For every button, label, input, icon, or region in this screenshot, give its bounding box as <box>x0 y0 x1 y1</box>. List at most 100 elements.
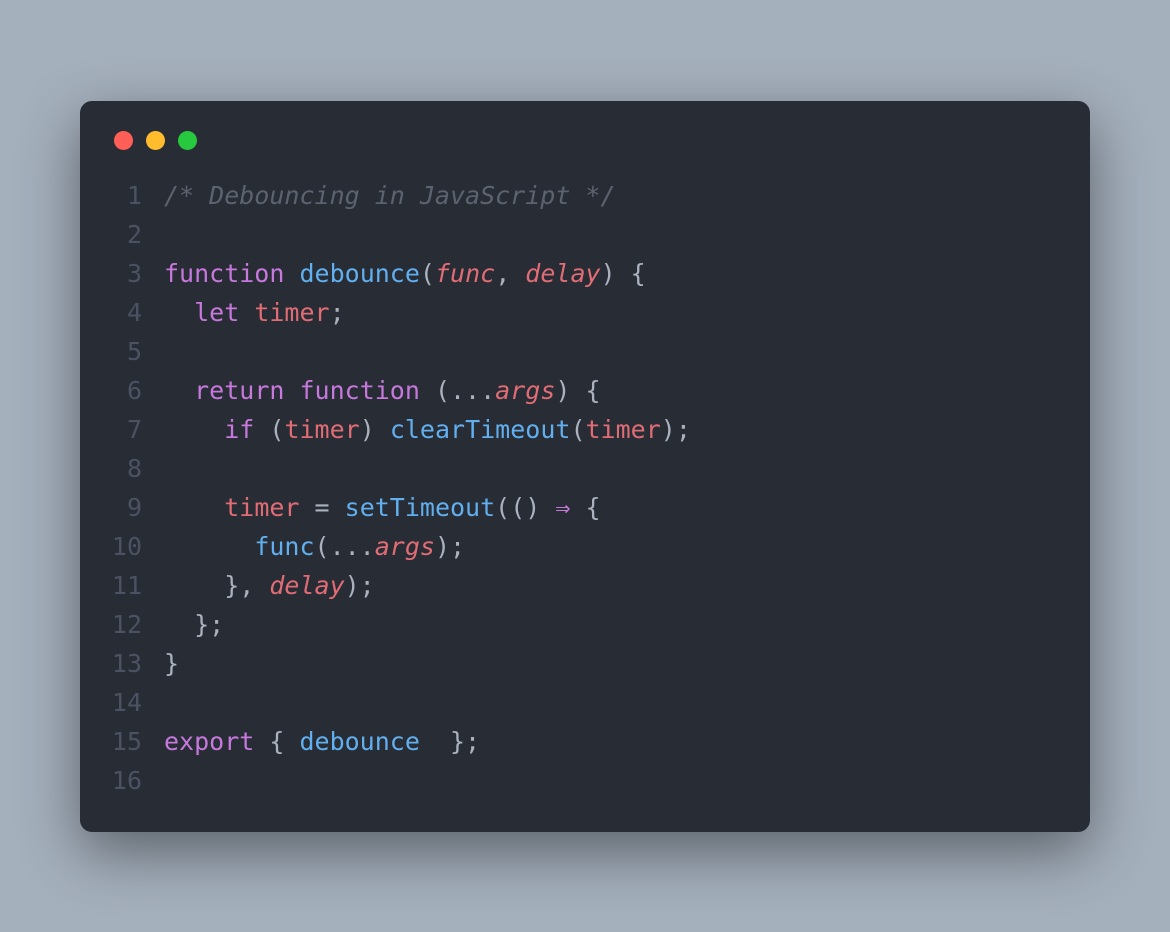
code-token <box>164 298 194 327</box>
code-line: 7 if (timer) clearTimeout(timer); <box>108 410 1062 449</box>
code-token: ); <box>435 532 465 561</box>
line-number: 14 <box>108 683 164 722</box>
code-token: ( <box>420 259 435 288</box>
line-content: /* Debouncing in JavaScript */ <box>164 176 616 215</box>
line-number: 16 <box>108 761 164 800</box>
code-line: 1/* Debouncing in JavaScript */ <box>108 176 1062 215</box>
code-token: ( <box>570 415 585 444</box>
code-line: 16 <box>108 761 1062 800</box>
code-token <box>164 532 254 561</box>
code-line: 3function debounce(func, delay) { <box>108 254 1062 293</box>
code-token: ; <box>330 298 345 327</box>
code-token: }; <box>420 727 480 756</box>
code-token: (... <box>315 532 375 561</box>
code-token: delay <box>525 259 600 288</box>
code-token <box>164 493 224 522</box>
code-token: return <box>194 376 284 405</box>
code-token: timer <box>254 298 329 327</box>
code-token: = <box>299 493 344 522</box>
line-content: function debounce(func, delay) { <box>164 254 646 293</box>
line-number: 7 <box>108 410 164 449</box>
line-number: 15 <box>108 722 164 761</box>
code-token: args <box>375 532 435 561</box>
code-token: timer <box>284 415 359 444</box>
line-number: 2 <box>108 215 164 254</box>
code-line: 9 timer = setTimeout(() ⇒ { <box>108 488 1062 527</box>
line-number: 9 <box>108 488 164 527</box>
code-line: 12 }; <box>108 605 1062 644</box>
code-token <box>284 259 299 288</box>
line-content: return function (...args) { <box>164 371 601 410</box>
code-token: delay <box>269 571 344 600</box>
code-token: let <box>194 298 239 327</box>
code-token: function <box>299 376 419 405</box>
code-token: func <box>435 259 495 288</box>
code-editor[interactable]: 1/* Debouncing in JavaScript */23functio… <box>108 176 1062 800</box>
code-token: args <box>495 376 555 405</box>
code-token: { <box>254 727 299 756</box>
code-token <box>284 376 299 405</box>
line-number: 8 <box>108 449 164 488</box>
code-token: (() <box>495 493 555 522</box>
line-content: export { debounce }; <box>164 722 480 761</box>
code-token: func <box>254 532 314 561</box>
minimize-icon[interactable] <box>146 131 165 150</box>
code-line: 6 return function (...args) { <box>108 371 1062 410</box>
code-token <box>164 415 224 444</box>
code-line: 13} <box>108 644 1062 683</box>
code-token: { <box>570 493 600 522</box>
line-number: 13 <box>108 644 164 683</box>
code-line: 10 func(...args); <box>108 527 1062 566</box>
code-token: setTimeout <box>345 493 496 522</box>
code-token <box>164 376 194 405</box>
code-token: }, <box>164 571 269 600</box>
line-content: timer = setTimeout(() ⇒ { <box>164 488 601 527</box>
code-token: ⇒ <box>555 493 570 522</box>
code-token: ); <box>661 415 691 444</box>
code-token: ( <box>254 415 284 444</box>
line-number: 12 <box>108 605 164 644</box>
code-window: 1/* Debouncing in JavaScript */23functio… <box>80 101 1090 832</box>
code-token: ) <box>360 415 390 444</box>
zoom-icon[interactable] <box>178 131 197 150</box>
code-token: } <box>164 649 179 678</box>
code-token: debounce <box>299 259 419 288</box>
code-token: ); <box>345 571 375 600</box>
line-content: }, delay); <box>164 566 375 605</box>
line-number: 10 <box>108 527 164 566</box>
code-token: (... <box>420 376 495 405</box>
code-token: clearTimeout <box>390 415 571 444</box>
code-token: timer <box>224 493 299 522</box>
code-token: /* Debouncing in JavaScript */ <box>164 181 616 210</box>
close-icon[interactable] <box>114 131 133 150</box>
line-content: if (timer) clearTimeout(timer); <box>164 410 691 449</box>
line-content: } <box>164 644 179 683</box>
code-line: 15export { debounce }; <box>108 722 1062 761</box>
line-number: 3 <box>108 254 164 293</box>
line-number: 1 <box>108 176 164 215</box>
code-line: 4 let timer; <box>108 293 1062 332</box>
code-line: 11 }, delay); <box>108 566 1062 605</box>
line-number: 11 <box>108 566 164 605</box>
line-content: }; <box>164 605 224 644</box>
code-line: 2 <box>108 215 1062 254</box>
line-content: let timer; <box>164 293 345 332</box>
code-token: ) { <box>601 259 646 288</box>
code-token: export <box>164 727 254 756</box>
line-number: 5 <box>108 332 164 371</box>
code-line: 14 <box>108 683 1062 722</box>
code-token: , <box>495 259 525 288</box>
code-token: function <box>164 259 284 288</box>
code-token <box>239 298 254 327</box>
code-token: if <box>224 415 254 444</box>
window-titlebar <box>108 125 1062 150</box>
code-token: }; <box>164 610 224 639</box>
code-token: ) { <box>555 376 600 405</box>
line-content: func(...args); <box>164 527 465 566</box>
code-token: timer <box>586 415 661 444</box>
line-number: 4 <box>108 293 164 332</box>
code-line: 8 <box>108 449 1062 488</box>
code-token: debounce <box>299 727 419 756</box>
code-line: 5 <box>108 332 1062 371</box>
line-number: 6 <box>108 371 164 410</box>
